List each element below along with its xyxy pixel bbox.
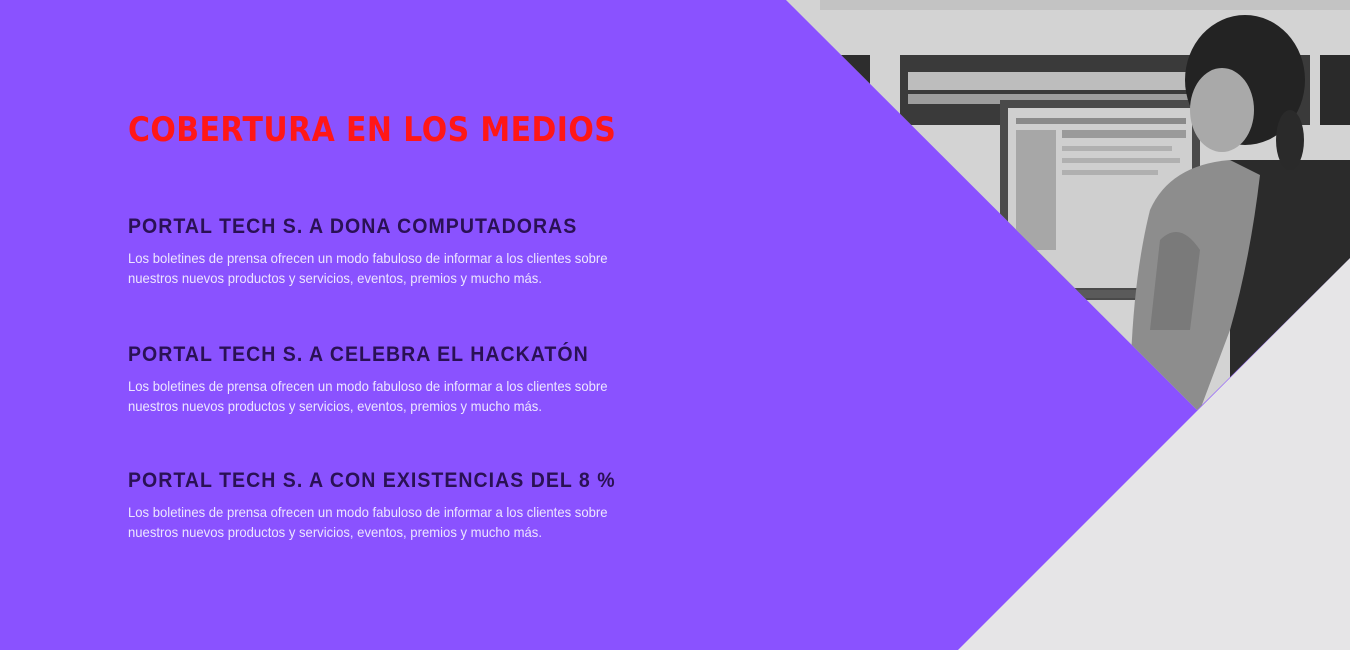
news-item-title: PORTAL TECH S. A DONA COMPUTADORAS	[128, 215, 578, 238]
news-item-description: Los boletines de prensa ofrecen un modo …	[128, 250, 608, 286]
media-coverage-slide: COBERTURA EN LOS MEDIOS PORTAL TECH S. A…	[0, 0, 1350, 650]
decorative-background	[786, 0, 1350, 650]
news-item-description: Los boletines de prensa ofrecen un modo …	[128, 504, 608, 540]
news-item: PORTAL TECH S. A DONA COMPUTADORAS Los b…	[128, 214, 688, 288]
page-title: COBERTURA EN LOS MEDIOS	[128, 110, 617, 150]
news-item-description: Los boletines de prensa ofrecen un modo …	[128, 378, 608, 414]
news-item-title: PORTAL TECH S. A CON EXISTENCIAS DEL 8 %	[128, 469, 616, 492]
news-item-title: PORTAL TECH S. A CELEBRA EL HACKATÓN	[128, 343, 589, 366]
news-item: PORTAL TECH S. A CON EXISTENCIAS DEL 8 %…	[128, 468, 688, 542]
news-item: PORTAL TECH S. A CELEBRA EL HACKATÓN Los…	[128, 342, 688, 416]
